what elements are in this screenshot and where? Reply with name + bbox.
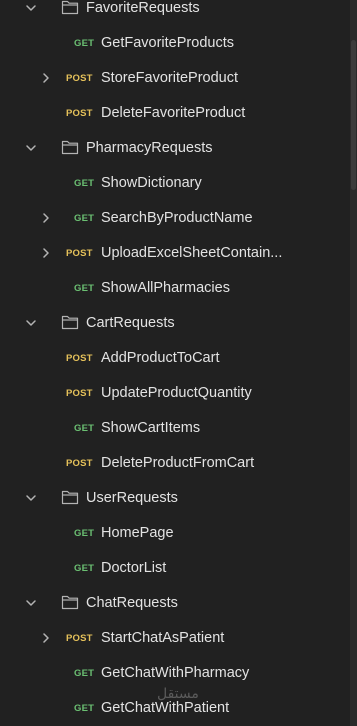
chevron-down-icon[interactable] — [25, 2, 37, 14]
folder-row-userrequests[interactable]: UserRequests — [0, 481, 340, 516]
method-badge: POST — [66, 353, 93, 364]
request-label: AddProductToCart — [101, 350, 220, 366]
watermark-text: مستقل — [157, 686, 199, 702]
request-label: ShowDictionary — [101, 175, 202, 191]
folder-icon — [61, 489, 79, 505]
folder-label: ChatRequests — [86, 595, 178, 611]
request-row-updateproductquantity[interactable]: POST UpdateProductQuantity — [0, 376, 340, 411]
folder-icon — [61, 0, 79, 15]
request-row-uploadexcelsheetcontain[interactable]: POST UploadExcelSheetContain... — [0, 236, 340, 271]
request-row-startchataspatient[interactable]: POST StartChatAsPatient — [0, 621, 340, 656]
request-label: ShowAllPharmacies — [101, 280, 230, 296]
request-label: StoreFavoriteProduct — [101, 70, 239, 86]
request-row-addproducttocart[interactable]: POST AddProductToCart — [0, 341, 340, 376]
chevron-down-icon[interactable] — [25, 492, 37, 504]
chevron-right-icon[interactable] — [40, 632, 52, 644]
request-row-homepage[interactable]: GET HomePage — [0, 516, 340, 551]
folder-row-favoriterequests[interactable]: FavoriteRequests — [0, 0, 340, 26]
method-badge: POST — [66, 248, 93, 259]
method-badge: GET — [74, 668, 95, 679]
request-label: StartChatAsPatient — [101, 630, 225, 646]
folder-label: UserRequests — [86, 490, 178, 506]
request-row-doctorlist[interactable]: GET DoctorList — [0, 551, 340, 586]
request-label: UpdateProductQuantity — [101, 385, 252, 401]
chevron-down-icon[interactable] — [25, 597, 37, 609]
scrollbar-thumb[interactable] — [351, 40, 356, 190]
folder-label: CartRequests — [86, 315, 175, 331]
folder-row-pharmacyrequests[interactable]: PharmacyRequests — [0, 131, 340, 166]
chevron-down-icon[interactable] — [25, 142, 37, 154]
method-badge: GET — [74, 423, 95, 434]
method-badge: POST — [66, 73, 93, 84]
request-row-showcartitems[interactable]: GET ShowCartItems — [0, 411, 340, 446]
request-row-deletefavoriteproduct[interactable]: POST DeleteFavoriteProduct — [0, 96, 340, 131]
folder-label: FavoriteRequests — [86, 0, 200, 16]
method-badge: POST — [66, 458, 93, 469]
request-row-searchbyproductname[interactable]: GET SearchByProductName — [0, 201, 340, 236]
folder-icon — [61, 594, 79, 610]
request-label: DeleteProductFromCart — [101, 455, 255, 471]
method-badge: POST — [66, 633, 93, 644]
method-badge: GET — [74, 703, 95, 714]
chevron-down-icon[interactable] — [25, 317, 37, 329]
folder-label: PharmacyRequests — [86, 140, 213, 156]
chevron-right-icon[interactable] — [40, 72, 52, 84]
method-badge: GET — [74, 38, 95, 49]
method-badge: GET — [74, 213, 95, 224]
scrollbar[interactable] — [350, 0, 357, 726]
method-badge: GET — [74, 283, 95, 294]
request-label: ShowCartItems — [101, 420, 201, 436]
request-row-showdictionary[interactable]: GET ShowDictionary — [0, 166, 340, 201]
request-row-showallpharmacies[interactable]: GET ShowAllPharmacies — [0, 271, 340, 306]
chevron-right-icon[interactable] — [40, 212, 52, 224]
method-badge: GET — [74, 528, 95, 539]
folder-icon — [61, 139, 79, 155]
folder-icon — [61, 314, 79, 330]
request-label: DoctorList — [101, 560, 167, 576]
request-label: DeleteFavoriteProduct — [101, 105, 246, 121]
request-label: HomePage — [101, 525, 174, 541]
request-row-storefavoriteproduct[interactable]: POST StoreFavoriteProduct — [0, 61, 340, 96]
method-badge: POST — [66, 108, 93, 119]
folder-row-cartrequests[interactable]: CartRequests — [0, 306, 340, 341]
method-badge: GET — [74, 178, 95, 189]
method-badge: GET — [74, 563, 95, 574]
chevron-right-icon[interactable] — [40, 247, 52, 259]
request-label: GetFavoriteProducts — [101, 35, 234, 51]
request-row-getfavoriteproducts[interactable]: GET GetFavoriteProducts — [0, 26, 340, 61]
request-label: SearchByProductName — [101, 210, 253, 226]
request-row-deleteproductfromcart[interactable]: POST DeleteProductFromCart — [0, 446, 340, 481]
method-badge: POST — [66, 388, 93, 399]
folder-row-chatrequests[interactable]: ChatRequests — [0, 586, 340, 621]
request-label: UploadExcelSheetContain... — [101, 245, 283, 261]
